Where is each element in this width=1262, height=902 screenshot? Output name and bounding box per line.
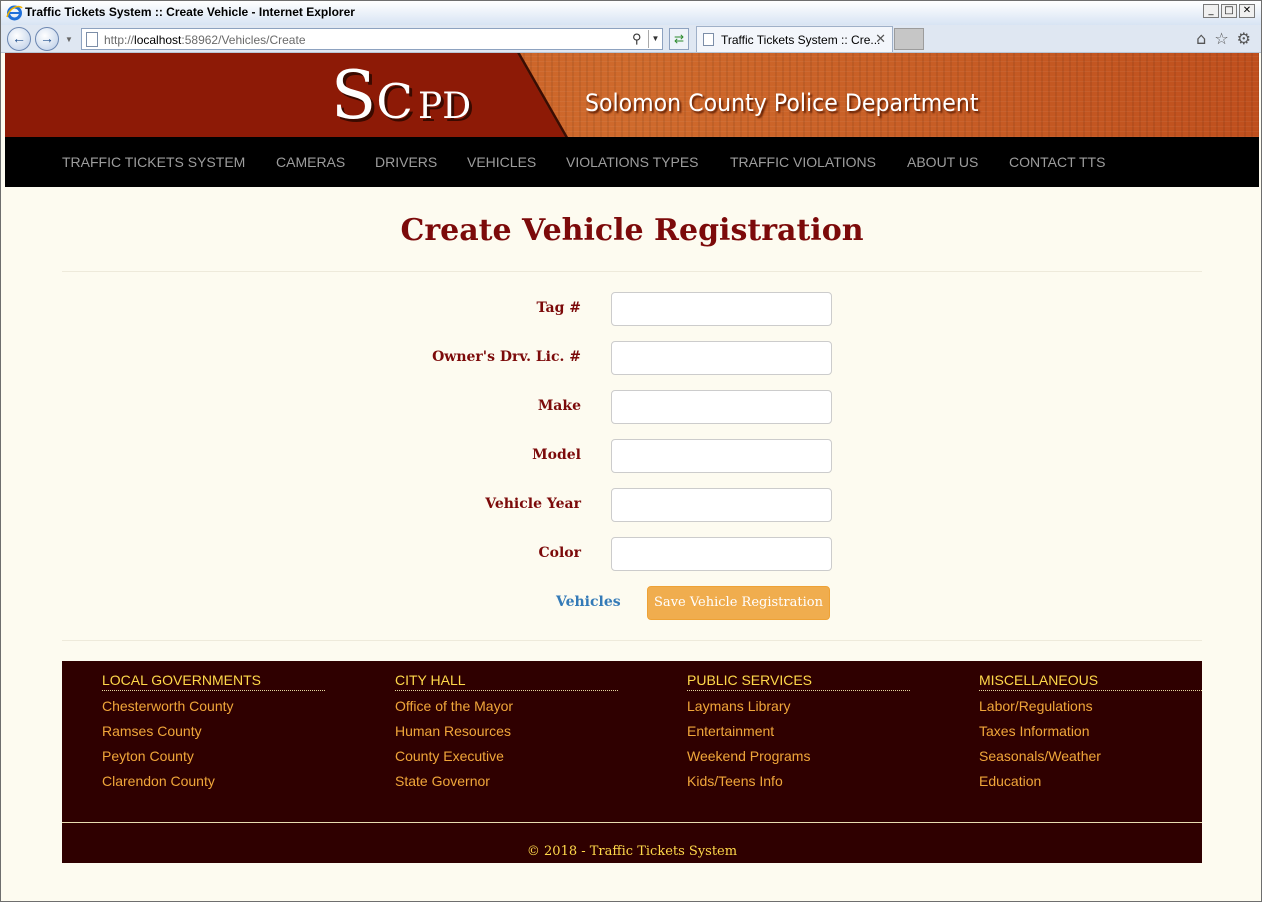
tag-number-label: Tag # <box>536 300 581 316</box>
footer-link[interactable]: Seasonals/Weather <box>979 745 1202 770</box>
web-page: SC PD Solomon County Police Department T… <box>5 53 1259 899</box>
forward-arrow-icon: → <box>40 30 54 46</box>
footer-link[interactable]: Entertainment <box>687 720 910 745</box>
forward-button[interactable]: → <box>35 27 59 51</box>
footer-link[interactable]: Chesterworth County <box>102 695 325 720</box>
maximize-button[interactable]: □ <box>1221 4 1237 18</box>
minimize-button[interactable]: _ <box>1203 4 1219 18</box>
divider <box>62 271 1202 272</box>
footer-link[interactable]: Labor/Regulations <box>979 695 1202 720</box>
scpd-logo[interactable]: SC PD <box>331 57 471 134</box>
divider <box>62 640 1202 641</box>
url-dropdown-icon[interactable]: ▼ <box>648 30 662 48</box>
nav-contact-tts[interactable]: CONTACT TTS <box>1009 154 1105 170</box>
history-dropdown-icon[interactable]: ▼ <box>65 35 73 44</box>
header-banner: SC PD Solomon County Police Department <box>5 53 1259 137</box>
tab-close-icon[interactable]: ✕ <box>875 31 886 47</box>
title-bar: Traffic Tickets System :: Create Vehicle… <box>1 1 1261 25</box>
footer-link[interactable]: Laymans Library <box>687 695 910 720</box>
footer-column-city-hall: CITY HALL Office of the Mayor Human Reso… <box>395 672 618 795</box>
window-title: Traffic Tickets System :: Create Vehicle… <box>25 5 355 19</box>
color-label: Color <box>538 545 581 561</box>
footer-heading: MISCELLANEOUS <box>979 672 1202 691</box>
footer-link[interactable]: Taxes Information <box>979 720 1202 745</box>
footer-link[interactable]: Clarendon County <box>102 770 325 795</box>
footer-link[interactable]: Human Resources <box>395 720 618 745</box>
favorites-star-icon[interactable]: ☆ <box>1214 29 1228 48</box>
footer-link[interactable]: Peyton County <box>102 745 325 770</box>
address-bar-area: ← → ▼ http://localhost:58962/Vehicles/Cr… <box>1 25 1261 53</box>
ie-logo-icon <box>6 5 23 21</box>
make-label: Make <box>537 398 581 414</box>
footer-column-miscellaneous: MISCELLANEOUS Labor/Regulations Taxes In… <box>979 672 1202 795</box>
new-tab-button[interactable] <box>894 28 924 50</box>
nav-traffic-tickets-system[interactable]: TRAFFIC TICKETS SYSTEM <box>62 154 245 170</box>
footer-link[interactable]: State Governor <box>395 770 618 795</box>
page-title: Create Vehicle Registration <box>400 213 864 248</box>
owner-drv-lic-input[interactable] <box>611 341 832 375</box>
back-arrow-icon: ← <box>12 30 26 46</box>
footer-link[interactable]: Weekend Programs <box>687 745 910 770</box>
browser-tab[interactable]: Traffic Tickets System :: Cre... ✕ <box>696 26 893 52</box>
nav-violations-types[interactable]: VIOLATIONS TYPES <box>566 154 699 170</box>
close-button[interactable]: ✕ <box>1239 4 1255 18</box>
url-field[interactable]: http://localhost:58962/Vehicles/Create ⚲… <box>81 28 663 50</box>
footer-link[interactable]: County Executive <box>395 745 618 770</box>
model-input[interactable] <box>611 439 832 473</box>
footer-link[interactable]: Kids/Teens Info <box>687 770 910 795</box>
back-button[interactable]: ← <box>7 27 31 51</box>
save-vehicle-registration-button[interactable]: Save Vehicle Registration <box>647 586 830 620</box>
site-footer: LOCAL GOVERNMENTS Chesterworth County Ra… <box>62 661 1202 863</box>
color-input[interactable] <box>611 537 832 571</box>
search-icon[interactable]: ⚲ <box>632 31 642 47</box>
footer-column-public-services: PUBLIC SERVICES Laymans Library Entertai… <box>687 672 910 795</box>
footer-heading: CITY HALL <box>395 672 618 691</box>
footer-link[interactable]: Ramses County <box>102 720 325 745</box>
footer-link[interactable]: Education <box>979 770 1202 795</box>
nav-cameras[interactable]: CAMERAS <box>276 154 345 170</box>
main-navbar: TRAFFIC TICKETS SYSTEM CAMERAS DRIVERS V… <box>5 137 1259 187</box>
make-input[interactable] <box>611 390 832 424</box>
home-icon[interactable]: ⌂ <box>1196 29 1206 48</box>
vehicles-link[interactable]: Vehicles <box>556 594 621 610</box>
nav-about-us[interactable]: ABOUT US <box>907 154 978 170</box>
footer-column-local-governments: LOCAL GOVERNMENTS Chesterworth County Ra… <box>102 672 325 795</box>
owner-drv-lic-label: Owner's Drv. Lic. # <box>432 349 581 365</box>
copyright-text: © 2018 - Traffic Tickets System <box>526 844 738 859</box>
department-name: Solomon County Police Department <box>585 89 979 117</box>
browser-window: Traffic Tickets System :: Create Vehicle… <box>0 0 1262 902</box>
vehicle-year-input[interactable] <box>611 488 832 522</box>
url-text[interactable]: http://localhost:58962/Vehicles/Create <box>104 33 306 47</box>
nav-drivers[interactable]: DRIVERS <box>375 154 437 170</box>
model-label: Model <box>532 447 581 463</box>
footer-link[interactable]: Office of the Mayor <box>395 695 618 720</box>
refresh-icon: ⇄ <box>673 32 685 46</box>
compat-refresh-button[interactable]: ⇄ <box>669 28 689 50</box>
page-icon <box>86 32 98 47</box>
tab-page-icon <box>703 33 714 46</box>
settings-gear-icon[interactable]: ⚙ <box>1237 29 1251 48</box>
footer-heading: PUBLIC SERVICES <box>687 672 910 691</box>
nav-traffic-violations[interactable]: TRAFFIC VIOLATIONS <box>730 154 876 170</box>
footer-divider <box>62 822 1202 823</box>
nav-vehicles[interactable]: VEHICLES <box>467 154 536 170</box>
footer-heading: LOCAL GOVERNMENTS <box>102 672 325 691</box>
vehicle-year-label: Vehicle Year <box>485 496 581 512</box>
tag-number-input[interactable] <box>611 292 832 326</box>
tab-title: Traffic Tickets System :: Cre... <box>721 33 881 47</box>
